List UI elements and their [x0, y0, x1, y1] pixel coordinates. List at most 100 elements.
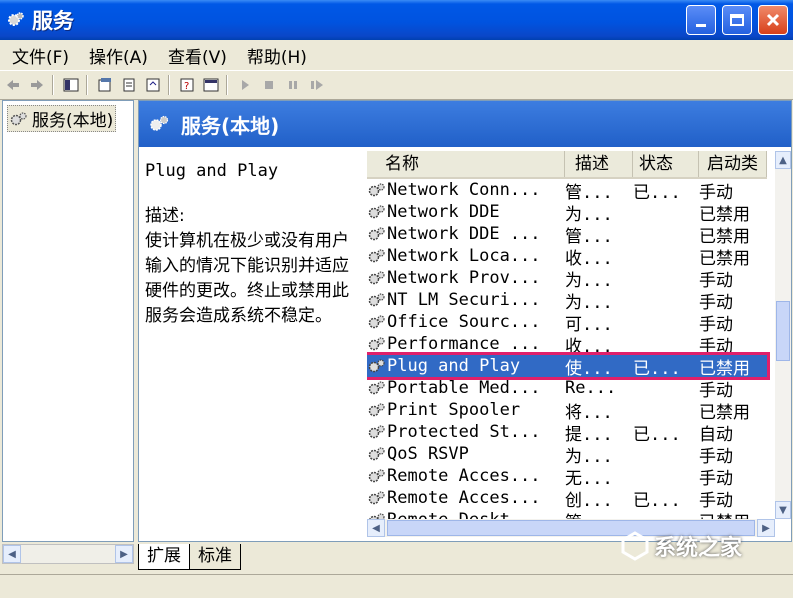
- service-name-cell: Portable Med...: [367, 378, 565, 398]
- menu-action[interactable]: 操作(A): [77, 43, 156, 68]
- table-row[interactable]: Network DDE 为... 已禁用: [367, 201, 767, 225]
- view-tabs: 扩展 标准: [138, 544, 241, 570]
- service-gear-icon: [367, 203, 387, 221]
- pane-banner: 服务(本地): [139, 101, 791, 147]
- service-name-cell: Network Loca...: [367, 246, 565, 266]
- table-row[interactable]: Remote Deskt... 管... 已禁用: [367, 509, 767, 519]
- tab-standard[interactable]: 标准: [189, 544, 241, 570]
- show-tree-icon[interactable]: [60, 74, 82, 96]
- service-name: Remote Deskt...: [387, 510, 541, 519]
- service-name: Plug and Play: [387, 356, 521, 376]
- service-gear-icon: [367, 489, 387, 507]
- list-header: 名称 描述 状态 启动类: [367, 151, 767, 179]
- service-name-cell: Plug and Play: [367, 356, 565, 376]
- window-title: 服务: [32, 9, 74, 33]
- close-button[interactable]: [758, 5, 788, 35]
- service-startup-type: 已禁用: [699, 508, 767, 520]
- services-gear-icon: [150, 115, 169, 131]
- export-icon[interactable]: [118, 74, 140, 96]
- column-header-startup-type[interactable]: 启动类: [699, 151, 767, 177]
- table-row[interactable]: Network Loca... 收... 已禁用: [367, 245, 767, 269]
- service-name-cell: Network DDE ...: [367, 224, 565, 244]
- service-name-cell: Remote Deskt...: [367, 510, 565, 519]
- service-gear-icon: [367, 181, 387, 199]
- minimize-icon: [696, 23, 706, 27]
- table-row[interactable]: Office Sourc... 可... 手动: [367, 311, 767, 335]
- properties-icon[interactable]: [94, 74, 116, 96]
- close-icon: [766, 13, 780, 27]
- pause-service-icon[interactable]: [282, 74, 304, 96]
- restart-service-icon[interactable]: [306, 74, 328, 96]
- table-row[interactable]: Protected St... 提... 已... 自动: [367, 421, 767, 445]
- service-gear-icon: [367, 379, 387, 397]
- table-row[interactable]: Network Conn... 管... 已... 手动: [367, 179, 767, 203]
- service-gear-icon: [367, 225, 387, 243]
- service-name-cell: Protected St...: [367, 422, 565, 442]
- service-name: Protected St...: [387, 422, 541, 442]
- service-name: Network Loca...: [387, 246, 541, 266]
- toolbar-separator: [226, 75, 228, 95]
- scroll-up-icon[interactable]: ▲: [775, 151, 791, 169]
- scroll-right-icon[interactable]: ▶: [115, 545, 133, 563]
- service-gear-icon: [367, 423, 387, 441]
- stop-service-icon[interactable]: [258, 74, 280, 96]
- service-description: Re...: [565, 378, 617, 398]
- table-row[interactable]: Remote Acces... 无... 手动: [367, 465, 767, 489]
- help-icon[interactable]: ?: [176, 74, 198, 96]
- vertical-scroll-thumb[interactable]: [776, 301, 790, 361]
- list-vertical-scrollbar[interactable]: ▲ ▼: [775, 151, 791, 519]
- column-header-description[interactable]: 描述: [565, 151, 633, 177]
- service-name-cell: Office Sourc...: [367, 312, 565, 332]
- table-row[interactable]: Remote Acces... 创... 已... 手动: [367, 487, 767, 511]
- services-gear-icon: [6, 10, 26, 30]
- back-icon[interactable]: [2, 74, 24, 96]
- console-icon[interactable]: [200, 74, 222, 96]
- service-name: Network DDE ...: [387, 224, 541, 244]
- scroll-left-icon[interactable]: ◀: [3, 545, 21, 563]
- service-description-panel: Plug and Play 描述: 使计算机在极少或没有用户输入的情况下能识别并…: [145, 159, 359, 329]
- tab-extended[interactable]: 扩展: [138, 544, 190, 570]
- forward-icon[interactable]: [26, 74, 48, 96]
- scroll-left-icon[interactable]: ◀: [367, 519, 385, 537]
- service-name-cell: NT LM Securi...: [367, 290, 565, 310]
- service-name: Network DDE: [387, 202, 500, 222]
- service-description: 使...: [565, 358, 613, 379]
- service-name-cell: Remote Acces...: [367, 488, 565, 508]
- service-gear-icon: [367, 467, 387, 485]
- service-name-cell: Network Prov...: [367, 268, 565, 288]
- service-name: QoS RSVP: [387, 444, 469, 464]
- table-row[interactable]: Network Prov... 为... 手动: [367, 267, 767, 291]
- tree-item-label: 服务(本地): [32, 111, 114, 131]
- service-gear-icon: [367, 247, 387, 265]
- table-row[interactable]: Plug and Play 使... 已... 已禁用: [367, 352, 770, 380]
- menu-view[interactable]: 查看(V): [156, 43, 235, 68]
- table-row[interactable]: Performance ... 收... 手动: [367, 333, 767, 357]
- services-gear-icon: [10, 111, 27, 125]
- start-service-icon[interactable]: [234, 74, 256, 96]
- service-name: Portable Med...: [387, 378, 541, 398]
- table-row[interactable]: QoS RSVP 为... 手动: [367, 443, 767, 467]
- table-row[interactable]: Portable Med... Re... 手动: [367, 377, 767, 401]
- tree-horizontal-scrollbar[interactable]: ◀ ▶: [2, 544, 134, 564]
- service-name: Remote Acces...: [387, 466, 541, 486]
- refresh-icon[interactable]: [142, 74, 164, 96]
- table-row[interactable]: Print Spooler 将... 已禁用: [367, 399, 767, 423]
- service-name-cell: Network Conn...: [367, 180, 565, 200]
- menu-help[interactable]: 帮助(H): [235, 43, 315, 68]
- service-gear-icon: [367, 313, 387, 331]
- service-gear-icon: [367, 445, 387, 463]
- table-row[interactable]: Network DDE ... 管... 已禁用: [367, 223, 767, 247]
- scroll-down-icon[interactable]: ▼: [775, 501, 791, 519]
- selected-service-name: Plug and Play: [145, 161, 279, 181]
- column-header-name[interactable]: 名称: [367, 151, 565, 177]
- table-row[interactable]: NT LM Securi... 为... 手动: [367, 289, 767, 313]
- tree-item-services-local[interactable]: 服务(本地): [7, 105, 117, 132]
- console-tree: 服务(本地): [2, 100, 134, 542]
- menu-file[interactable]: 文件(F): [0, 43, 77, 68]
- service-name: Network Prov...: [387, 268, 541, 288]
- service-gear-icon: [367, 269, 387, 287]
- maximize-button[interactable]: [722, 5, 752, 35]
- minimize-button[interactable]: [686, 5, 716, 35]
- scroll-right-icon[interactable]: ▶: [757, 519, 775, 537]
- column-header-status[interactable]: 状态: [633, 151, 699, 177]
